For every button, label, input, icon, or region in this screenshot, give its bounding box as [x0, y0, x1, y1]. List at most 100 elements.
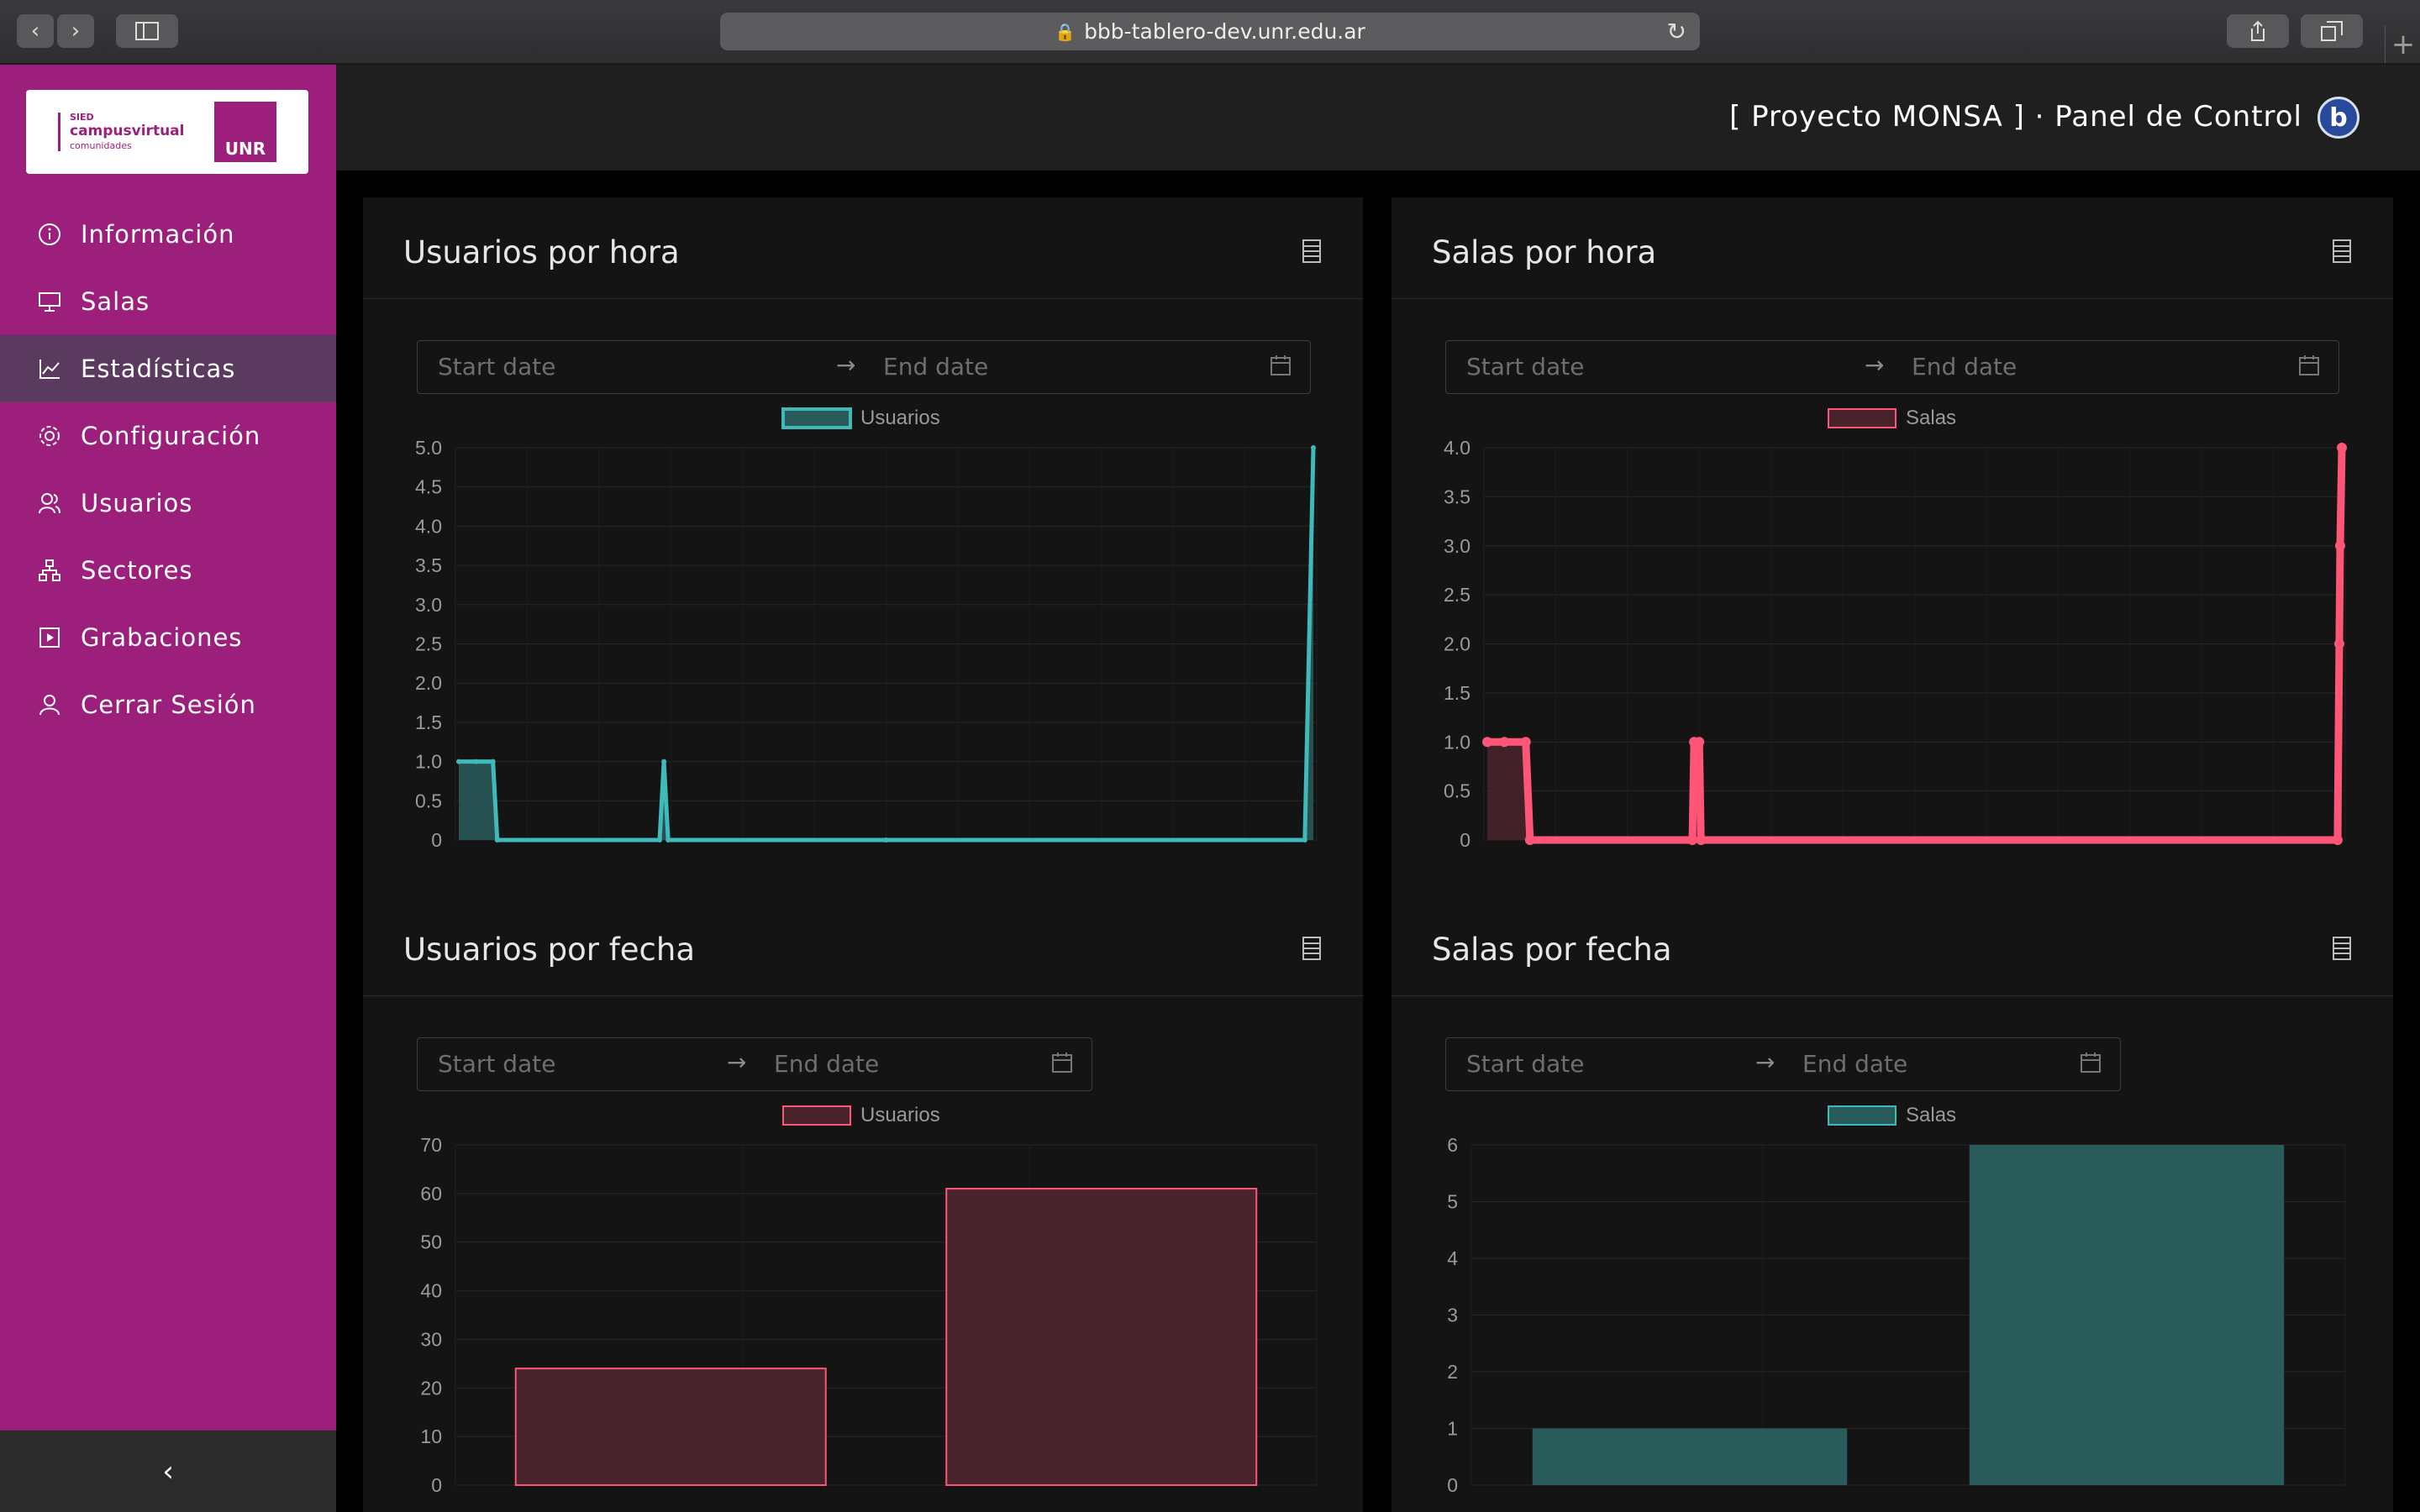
- y-tick-label: 6: [1447, 1134, 1458, 1156]
- new-tab-button[interactable]: +: [2385, 25, 2420, 63]
- legend-label: Usuarios: [860, 407, 940, 429]
- sidebar-item-label: Estadísticas: [81, 354, 236, 383]
- y-tick-label: 3.5: [1444, 486, 1470, 507]
- end-date-input[interactable]: End date: [1912, 353, 2017, 381]
- card-salas-por-fecha: Salas por fecha Start date → End date Sa…: [1392, 895, 2393, 1512]
- data-point: [2332, 835, 2343, 845]
- data-point: [1524, 835, 1535, 845]
- sidebar-toggle-button[interactable]: [116, 14, 178, 48]
- collapse-sidebar-button[interactable]: ‹: [0, 1431, 336, 1512]
- user-icon: [37, 692, 62, 717]
- y-tick-label: 10: [420, 1425, 442, 1447]
- start-date-input[interactable]: Start date: [438, 1050, 555, 1078]
- start-date-input[interactable]: Start date: [1466, 1050, 1584, 1078]
- data-point: [2334, 540, 2345, 551]
- sidebar-item-label: Configuración: [81, 422, 261, 450]
- data-point: [1302, 837, 1307, 843]
- data-point: [2333, 638, 2344, 649]
- data-point: [656, 837, 662, 843]
- legend-swatch: [781, 407, 852, 429]
- sidebar-item-estadisticas[interactable]: Estadísticas: [0, 335, 336, 402]
- line-chart-icon: [37, 356, 62, 381]
- y-tick-label: 20: [420, 1377, 442, 1399]
- y-tick-label: 4: [1447, 1247, 1458, 1269]
- sidebar-item-sectores[interactable]: Sectores: [0, 537, 336, 604]
- chevron-left-icon: ‹: [30, 18, 40, 44]
- lock-icon: 🔒: [1055, 21, 1076, 42]
- table-view-icon[interactable]: [1302, 937, 1321, 963]
- end-date-input[interactable]: End date: [883, 353, 988, 381]
- sidebar-item-grabaciones[interactable]: Grabaciones: [0, 604, 336, 671]
- calendar-icon[interactable]: [1270, 354, 1292, 382]
- y-tick-label: 1.0: [1444, 731, 1470, 753]
- date-range-picker[interactable]: Start date → End date: [417, 1037, 1092, 1091]
- monitor-icon: [37, 289, 62, 314]
- y-tick-label: 50: [420, 1231, 442, 1253]
- salas-por-hora-chart: Salas 0 0.5 1.0 1.5 2.0 2.5 3.0 3.5 4.0: [1444, 407, 2347, 851]
- sidebar-item-configuracion[interactable]: Configuración: [0, 402, 336, 470]
- sidebar: SIED campusvirtual comunidades UNR Infor…: [0, 65, 336, 1512]
- data-point: [1694, 737, 1705, 748]
- y-tick-label: 0: [431, 1474, 442, 1496]
- y-tick-label: 0: [1460, 829, 1470, 851]
- start-date-input[interactable]: Start date: [438, 353, 555, 381]
- y-tick-label: 3: [1447, 1305, 1458, 1326]
- y-tick-label: 5.0: [415, 437, 442, 459]
- sidebar-item-salas[interactable]: Salas: [0, 268, 336, 335]
- y-tick-label: 70: [420, 1134, 442, 1156]
- arrow-right-icon: →: [836, 351, 856, 379]
- tabs-button[interactable]: [2301, 14, 2363, 48]
- logo-line-1: SIED: [70, 112, 94, 123]
- date-range-picker[interactable]: Start date → End date: [1445, 1037, 2121, 1091]
- y-tick-label: 1.5: [1444, 682, 1470, 704]
- calendar-icon[interactable]: [1051, 1052, 1073, 1079]
- calendar-icon[interactable]: [2298, 354, 2320, 382]
- y-tick-label: 0: [1447, 1474, 1458, 1496]
- card-title: Salas por fecha: [1432, 932, 1672, 968]
- arrow-right-icon: →: [727, 1048, 747, 1076]
- page-header: [ Proyecto MONSA ] · Panel de Control: [336, 65, 2420, 171]
- data-point: [883, 837, 889, 843]
- table-view-icon[interactable]: [2333, 239, 2351, 266]
- campus-logo[interactable]: SIED campusvirtual comunidades UNR: [26, 90, 308, 174]
- data-point: [490, 759, 496, 764]
- sidebar-item-label: Información: [81, 220, 235, 249]
- calendar-icon[interactable]: [2080, 1052, 2102, 1079]
- date-range-picker[interactable]: Start date → End date: [417, 340, 1311, 394]
- sidebar-item-cerrar-sesion[interactable]: Cerrar Sesión: [0, 671, 336, 738]
- reload-icon[interactable]: ↻: [1667, 18, 1686, 45]
- forward-button[interactable]: ›: [57, 14, 94, 48]
- page-title: [ Proyecto MONSA ] · Panel de Control: [1729, 100, 2302, 134]
- y-tick-label: 40: [420, 1280, 442, 1302]
- legend-label: Usuarios: [860, 1104, 940, 1126]
- chevron-right-icon: ›: [71, 18, 81, 44]
- y-tick-label: 3.5: [415, 554, 442, 576]
- share-button[interactable]: [2227, 14, 2289, 48]
- end-date-input[interactable]: End date: [774, 1050, 879, 1078]
- logo-line-2: campusvirtual: [70, 123, 185, 139]
- table-view-icon[interactable]: [2333, 937, 2351, 963]
- y-tick-label: 0.5: [1444, 780, 1470, 802]
- y-tick-label: 5: [1447, 1191, 1458, 1213]
- sidebar-item-informacion[interactable]: Información: [0, 201, 336, 268]
- card-salas-por-hora: Salas por hora Start date → End date Sal…: [1392, 197, 2393, 895]
- table-view-icon[interactable]: [1302, 239, 1321, 266]
- y-tick-label: 2.0: [1444, 633, 1470, 655]
- sidebar-item-usuarios[interactable]: Usuarios: [0, 470, 336, 537]
- legend-swatch: [1828, 1105, 1897, 1126]
- y-tick-label: 0: [431, 829, 442, 851]
- back-button[interactable]: ‹: [17, 14, 54, 48]
- date-range-picker[interactable]: Start date → End date: [1445, 340, 2339, 394]
- browser-toolbar: ‹ › 🔒 bbb-tablero-dev.unr.edu.ar ↻ +: [0, 0, 2420, 65]
- arrow-right-icon: →: [1865, 351, 1885, 379]
- y-tick-label: 2: [1447, 1361, 1458, 1383]
- sidebar-item-label: Usuarios: [81, 489, 193, 517]
- legend-swatch: [1828, 408, 1897, 428]
- start-date-input[interactable]: Start date: [1466, 353, 1584, 381]
- card-title: Salas por hora: [1432, 234, 1657, 270]
- end-date-input[interactable]: End date: [1802, 1050, 1907, 1078]
- address-bar[interactable]: 🔒 bbb-tablero-dev.unr.edu.ar ↻: [720, 13, 1700, 50]
- usuarios-por-fecha-chart: Usuarios 0 10 20 30 40 50 60 70: [420, 1104, 1318, 1496]
- y-tick-label: 4.5: [415, 476, 442, 498]
- plus-icon: +: [2391, 27, 2416, 61]
